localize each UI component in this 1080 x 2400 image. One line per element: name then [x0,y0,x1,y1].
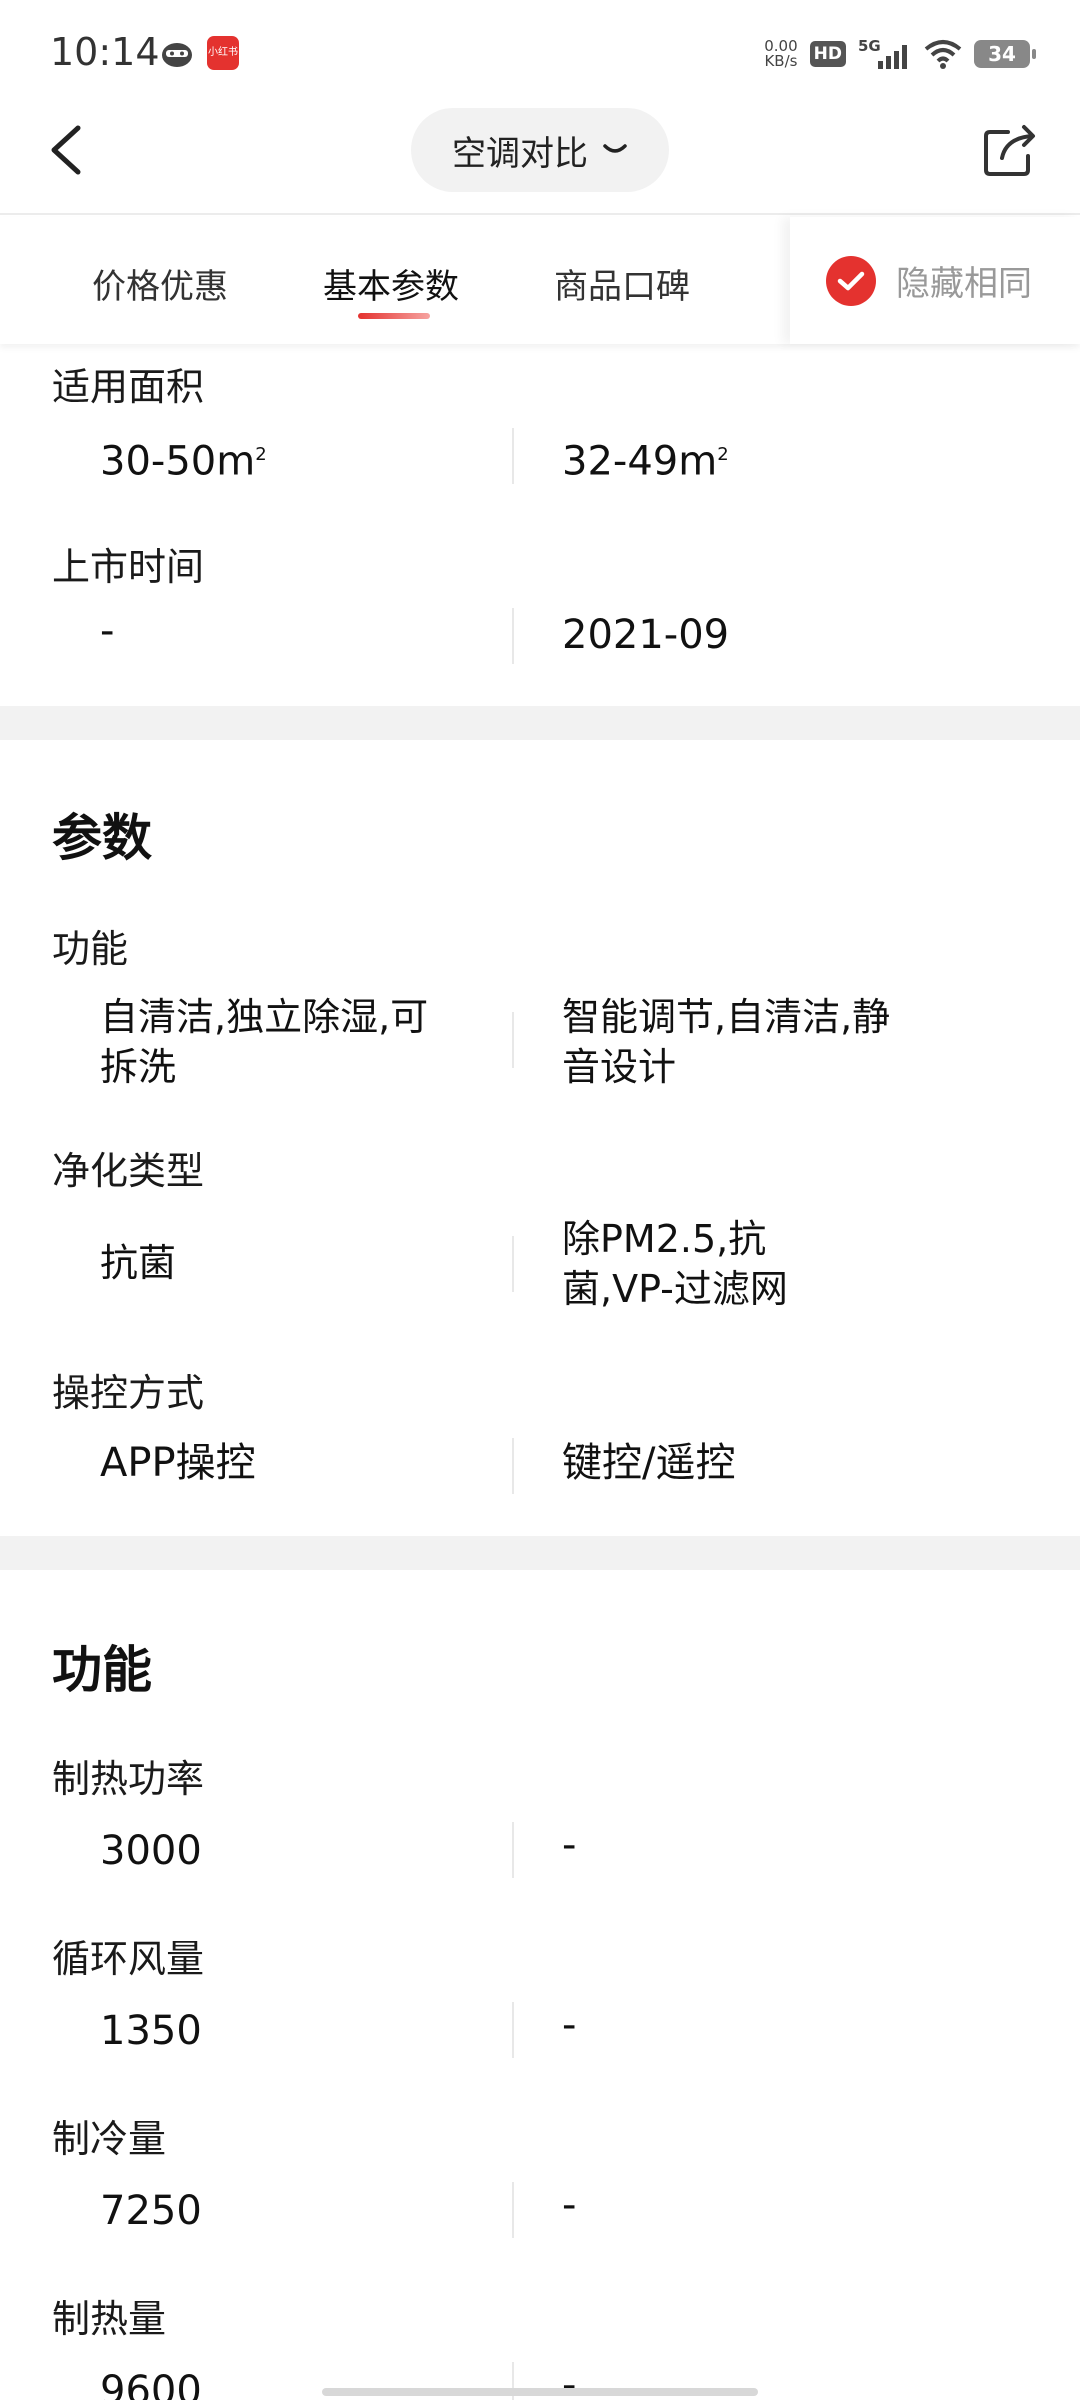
area-right-value: 32-49m2 [562,430,729,486]
column-divider [512,1012,514,1068]
airflow-right-value: - [562,2002,577,2048]
section-divider [0,706,1080,740]
active-tab-indicator [358,313,430,319]
row-title-heating-power: 制热功率 [52,1757,205,1801]
row-title-airflow: 循环风量 [52,1937,205,1981]
cat-app-icon [162,43,192,67]
column-divider [512,1236,514,1292]
area-left-unit: 2 [255,444,267,465]
row-title-launch: 上市时间 [52,545,205,589]
column-divider [512,1438,514,1494]
function-left-value: 自清洁,独立除湿,可 拆洗 [100,992,428,1092]
section-title-features-text: 功能 [52,1641,152,1699]
share-icon[interactable] [978,118,1042,182]
status-indicators: 0.00 KB/s HD 5G 34 [764,34,1036,74]
chevron-down-icon [603,144,627,153]
cooling-capacity-left-value: 7250 [100,2188,202,2234]
back-arrow-icon[interactable] [40,120,100,180]
home-indicator[interactable] [322,2388,758,2396]
purify-left-value: 抗菌 [100,1241,177,1285]
section-title-features: 功能 [52,1630,160,1702]
column-divider [512,1822,514,1878]
launch-right-value: 2021-09 [562,612,730,658]
function-right-line2: 音设计 [562,1045,677,1089]
area-right-text: 32-49m [562,438,718,485]
purify-right-line1: 除PM2.5,抗 [562,1217,767,1261]
heating-power-right-value: - [562,1822,577,1868]
compare-category-dropdown[interactable]: 空调对比 [411,108,669,192]
function-right-line1: 智能调节,自清洁,静 [562,995,891,1039]
purify-right-line2: 菌,VP-过滤网 [562,1267,788,1311]
hide-same-label: 隐藏相同 [896,264,1032,304]
hd-icon: HD [809,41,846,67]
control-right-value: 键控/遥控 [562,1440,736,1486]
area-left-value: 30-50m2 [100,430,267,486]
control-left-value: APP操控 [100,1440,256,1486]
column-divider [512,428,514,484]
row-title-heating-capacity: 制热量 [52,2297,167,2341]
tab-price[interactable]: 价格优惠 [92,259,228,308]
check-icon [826,255,876,306]
cooling-capacity-right-value: - [562,2182,577,2228]
section-divider [0,1536,1080,1570]
row-title-purify: 净化类型 [52,1149,205,1193]
status-time: 10:14 [50,30,160,74]
column-divider [512,608,514,664]
row-title-cooling-capacity: 制冷量 [52,2117,167,2161]
heating-power-left-value: 3000 [100,1828,202,1874]
area-left-text: 30-50m [100,438,256,485]
status-bar: 10:14 小红书 0.00 KB/s HD 5G 34 [0,0,1080,100]
network-speed: 0.00 KB/s [764,39,797,69]
column-divider [512,2002,514,2058]
page-title: 空调对比 [452,133,588,174]
column-divider [512,2182,514,2238]
speed-unit: KB/s [764,52,798,70]
row-title-function: 功能 [52,927,129,971]
nav-bar: 空调对比 [0,100,1080,215]
signal-icon: 5G [858,37,907,69]
section-title-params: 参数 [52,798,160,870]
red-app-icon: 小红书 [207,36,239,70]
tab-bar: 价格优惠 基本参数 商品口碑 隐藏相同 [0,217,1080,344]
hide-same-toggle[interactable]: 隐藏相同 [790,217,1080,344]
wifi-icon [924,40,962,69]
heating-capacity-left-value: 9600 [100,2368,202,2400]
purify-right-value: 除PM2.5,抗 菌,VP-过滤网 [562,1214,788,1314]
row-title-control: 操控方式 [52,1371,205,1415]
tab-reviews[interactable]: 商品口碑 [554,259,690,308]
airflow-left-value: 1350 [100,2008,202,2054]
function-left-line2: 拆洗 [100,1045,177,1089]
battery-icon: 34 [974,40,1036,68]
tab-basic-params[interactable]: 基本参数 [323,259,459,308]
launch-left-value: - [100,608,115,654]
network-label: 5G [858,37,881,55]
section-title-params-text: 参数 [52,809,152,867]
area-right-unit: 2 [717,444,729,465]
row-title-area: 适用面积 [52,365,205,409]
function-right-value: 智能调节,自清洁,静 音设计 [562,992,890,1092]
function-left-line1: 自清洁,独立除湿,可 [100,995,429,1039]
